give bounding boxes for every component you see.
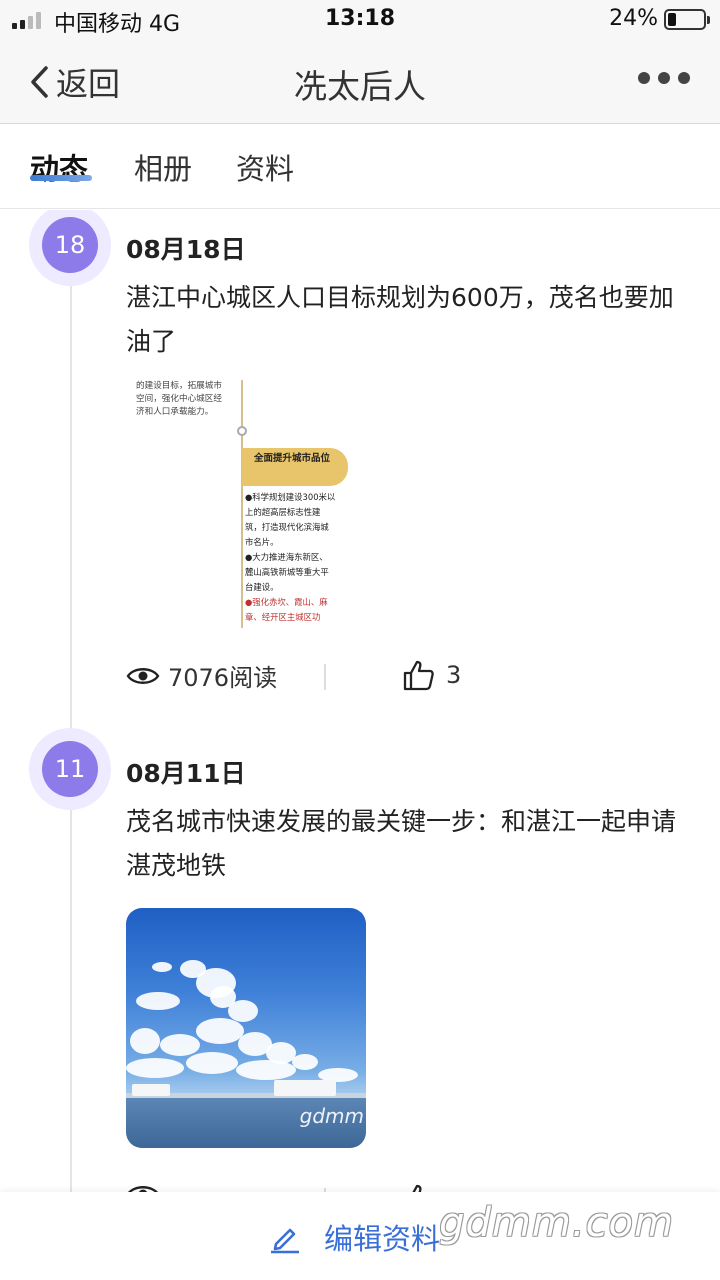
post-stats (126, 1182, 526, 1192)
like-button[interactable] (402, 1182, 436, 1192)
thumbs-up-icon (412, 1184, 422, 1192)
more-dots-icon[interactable] (638, 72, 690, 84)
post-text[interactable]: 茂名城市快速发展的最关键一步：和湛江一起申请 湛茂地铁 (126, 800, 696, 888)
post-date: 08月18日 (126, 235, 246, 264)
post-text-line: 茂名城市快速发展的最关键一步：和湛江一起申请 (126, 807, 677, 836)
page-title: 冼太后人 (294, 67, 426, 106)
like-button[interactable]: 3 (402, 658, 461, 692)
post-photo[interactable]: gdmm (126, 908, 366, 1148)
poster-body: ●科学规划建设300米以 上的超高层标志性建 筑，打造现代化滨海城 市名片。 ●… (245, 492, 336, 622)
eye-icon (128, 1186, 158, 1192)
post-text[interactable]: 湛江中心城区人口目标规划为600万，茂名也要加 油了 (126, 276, 696, 364)
poster-heading: 全面提升城市品位 (242, 448, 348, 486)
views-count: 7076阅读 (126, 658, 277, 693)
battery-percent: 24% (609, 6, 658, 31)
nav-bar: 返回 冼太后人 (0, 40, 720, 124)
likes-count: 3 (446, 661, 462, 689)
edit-pencil-icon (271, 1228, 299, 1254)
status-bar: 中国移动 4G 13:18 24% (0, 0, 720, 40)
thumbs-up-icon (403, 660, 434, 691)
stats-divider (324, 664, 326, 690)
edit-profile-label: 编辑资料 (324, 1222, 441, 1256)
post-date: 08月11日 (126, 759, 246, 788)
site-watermark: gdmm.com (439, 1200, 674, 1246)
photo-watermark: gdmm (299, 1104, 364, 1128)
day-number: 11 (42, 741, 98, 797)
poster-timeline (241, 380, 243, 628)
active-tab-indicator (30, 175, 92, 181)
timeline-feed[interactable]: 18 08月18日 湛江中心城区人口目标规划为600万，茂名也要加 油了 的建设… (0, 210, 720, 1192)
poster-node (237, 426, 247, 436)
post-text-line: 湛茂地铁 (126, 851, 227, 880)
tab-album[interactable]: 相册 (134, 146, 192, 188)
edit-profile-button[interactable]: 编辑资料 (268, 1216, 440, 1258)
day-badge: 18 (29, 210, 111, 286)
post-stats: 7076阅读 3 (126, 658, 526, 698)
poster-top-text: 的建设目标，拓展城市 空间，强化中心城区经 济和人口承载能力。 (136, 381, 222, 417)
tab-dynamics[interactable]: 动态 (30, 146, 88, 188)
timeline-line (70, 210, 72, 1192)
eye-icon (126, 667, 160, 684)
views-label: 7076阅读 (168, 664, 278, 692)
post-text-line: 油了 (126, 327, 177, 356)
post-image[interactable]: 的建设目标，拓展城市 空间，强化中心城区经 济和人口承载能力。 全面提升城市品位… (126, 380, 366, 628)
tab-profile[interactable]: 资料 (236, 146, 294, 188)
battery-icon (664, 9, 710, 30)
views-count (126, 1182, 160, 1192)
day-number: 18 (42, 217, 98, 273)
tab-bar: 动态 相册 资料 (0, 124, 720, 209)
post-text-line: 湛江中心城区人口目标规划为600万，茂名也要加 (126, 283, 674, 312)
day-badge: 11 (29, 728, 111, 810)
